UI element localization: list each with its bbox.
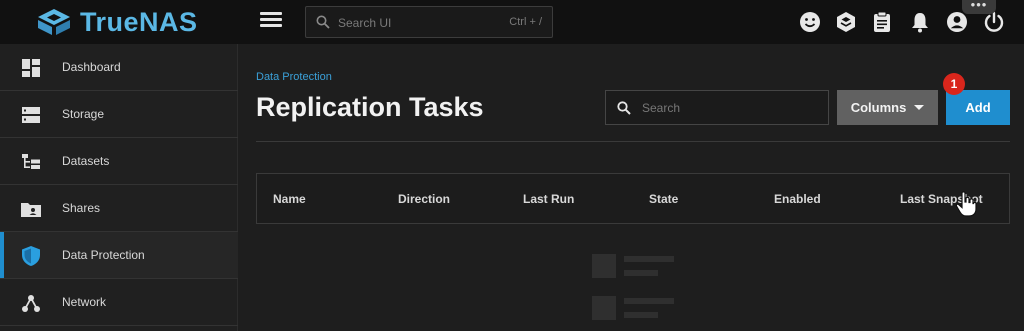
sidebar-item-label: Shares (62, 201, 101, 215)
bell-notifications-icon[interactable] (908, 10, 932, 34)
column-header-enabled[interactable]: Enabled (774, 192, 821, 206)
truenas-logo-icon (38, 9, 70, 35)
add-button[interactable]: Add (946, 90, 1010, 125)
sidebar-item-storage[interactable]: Storage (0, 91, 238, 138)
chevron-down-icon (914, 105, 925, 110)
sidebar-item-label: Dashboard (62, 60, 121, 74)
search-icon (617, 101, 631, 115)
sidebar-item-label: Network (62, 295, 107, 309)
hand-pointer-cursor-icon (955, 191, 977, 217)
search-icon (316, 15, 330, 29)
network-icon (21, 293, 41, 313)
column-header-last-run[interactable]: Last Run (523, 192, 574, 206)
column-header-name[interactable]: Name (273, 192, 306, 206)
datasets-icon (21, 152, 41, 172)
menu-toggle-icon[interactable] (260, 12, 282, 32)
global-search-input[interactable]: Search UI Ctrl + / (305, 6, 553, 38)
page-title: Replication Tasks (256, 92, 484, 122)
brand-name: TrueNAS (80, 6, 198, 37)
sidebar: Dashboard Storage Datasets Shares Data P… (0, 44, 238, 331)
sidebar-item-network[interactable]: Network (0, 279, 238, 326)
storage-icon (21, 105, 41, 125)
header-divider (256, 141, 1010, 142)
shield-icon (21, 246, 41, 266)
add-button-label: Add (965, 100, 991, 115)
sidebar-item-label: Datasets (62, 154, 110, 168)
columns-button[interactable]: Columns (837, 90, 938, 125)
truecommand-icon[interactable] (834, 10, 858, 34)
table-search-input[interactable] (642, 99, 812, 117)
search-shortcut-hint: Ctrl + / (509, 16, 542, 28)
replication-tasks-table: Name Direction Last Run State Enabled La… (256, 173, 1010, 224)
empty-list-placeholder-icon (592, 254, 674, 320)
sidebar-item-shares[interactable]: Shares (0, 185, 238, 232)
step-badge: 1 (943, 73, 965, 95)
top-bar: TrueNAS Search UI Ctrl + / ••• (0, 0, 1024, 44)
sidebar-item-label: Data Protection (62, 248, 145, 262)
sidebar-item-datasets[interactable]: Datasets (0, 138, 238, 185)
breadcrumb[interactable]: Data Protection (256, 71, 332, 83)
global-search-placeholder: Search UI (338, 16, 392, 30)
columns-button-label: Columns (850, 100, 907, 115)
sidebar-item-data-protection[interactable]: Data Protection (0, 232, 238, 279)
main-content: Data Protection Replication Tasks Column… (239, 44, 1024, 331)
feedback-smiley-icon[interactable] (798, 10, 822, 34)
sidebar-item-label: Storage (62, 107, 105, 121)
column-header-state[interactable]: State (649, 192, 678, 206)
clipboard-jobs-icon[interactable] (870, 10, 894, 34)
shares-folder-icon (21, 199, 41, 219)
sidebar-item-dashboard[interactable]: Dashboard (0, 44, 238, 91)
column-header-direction[interactable]: Direction (398, 192, 450, 206)
dashboard-icon (21, 58, 41, 78)
truenas-logo[interactable]: TrueNAS (36, 6, 198, 38)
table-search-field[interactable] (605, 90, 829, 125)
more-options-icon[interactable]: ••• (962, 0, 996, 14)
